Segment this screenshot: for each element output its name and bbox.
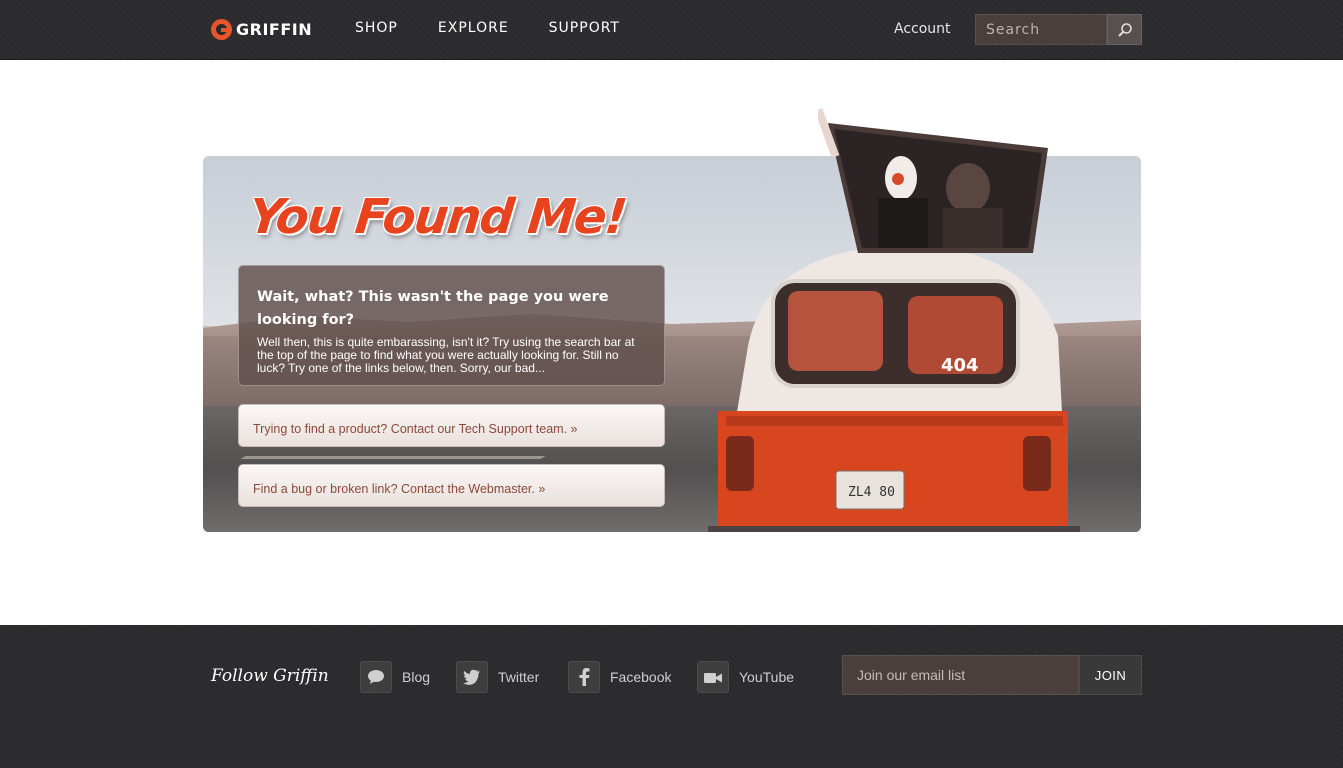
message-body: Well then, this is quite embarassing, is… [257, 335, 635, 375]
svg-text:ZL4 80: ZL4 80 [848, 485, 895, 500]
speech-bubble-icon [360, 661, 392, 693]
social-youtube-label: YouTube [739, 669, 795, 685]
nav-support[interactable]: SUPPORT [549, 20, 620, 36]
join-button[interactable]: JOIN [1079, 655, 1142, 695]
social-blog[interactable]: Blog [360, 661, 430, 693]
not-found-message: Wait, what? This wasn't the page you wer… [238, 265, 665, 386]
webmaster-link[interactable]: Find a bug or broken link? Contact the W… [238, 464, 665, 507]
nav-explore[interactable]: EXPLORE [438, 20, 509, 36]
facebook-icon [568, 661, 600, 693]
social-facebook-label: Facebook [610, 669, 672, 685]
main-nav: SHOP EXPLORE SUPPORT [355, 20, 660, 36]
email-input[interactable] [842, 655, 1079, 695]
message-title: Wait, what? This wasn't the page you wer… [257, 289, 609, 328]
video-camera-icon [697, 661, 729, 693]
tech-support-link-label: Trying to find a product? Contact our Te… [253, 422, 578, 436]
van-illustration: 404 ZL4 80 [708, 246, 1080, 532]
page-title: You Found Me! [246, 189, 629, 245]
van-404-sticker: 404 [941, 355, 979, 376]
search-button[interactable] [1107, 14, 1142, 45]
search-bar [975, 14, 1142, 45]
site-header: GRIFFIN SHOP EXPLORE SUPPORT Account [0, 0, 1343, 60]
tech-support-link[interactable]: Trying to find a product? Contact our Te… [238, 404, 665, 447]
follow-griffin-label: Follow Griffin [211, 666, 329, 686]
van-popup-roof [818, 108, 1048, 253]
site-footer: Follow Griffin Blog Twitter Facebook You… [0, 625, 1343, 768]
webmaster-link-label: Find a bug or broken link? Contact the W… [253, 482, 546, 496]
social-blog-label: Blog [402, 669, 431, 685]
social-twitter[interactable]: Twitter [456, 661, 539, 693]
social-facebook[interactable]: Facebook [568, 661, 671, 693]
road-line [240, 456, 546, 459]
griffin-logo[interactable]: GRIFFIN [211, 16, 312, 42]
social-youtube[interactable]: YouTube [697, 661, 794, 693]
search-icon [1117, 22, 1132, 37]
search-input[interactable] [975, 14, 1107, 45]
social-twitter-label: Twitter [498, 669, 540, 685]
logo-text: GRIFFIN [236, 19, 313, 39]
account-link[interactable]: Account [894, 21, 951, 37]
nav-shop[interactable]: SHOP [355, 20, 398, 36]
twitter-bird-icon [456, 661, 488, 693]
email-signup: JOIN [842, 655, 1142, 695]
griffin-logo-icon [211, 18, 232, 40]
